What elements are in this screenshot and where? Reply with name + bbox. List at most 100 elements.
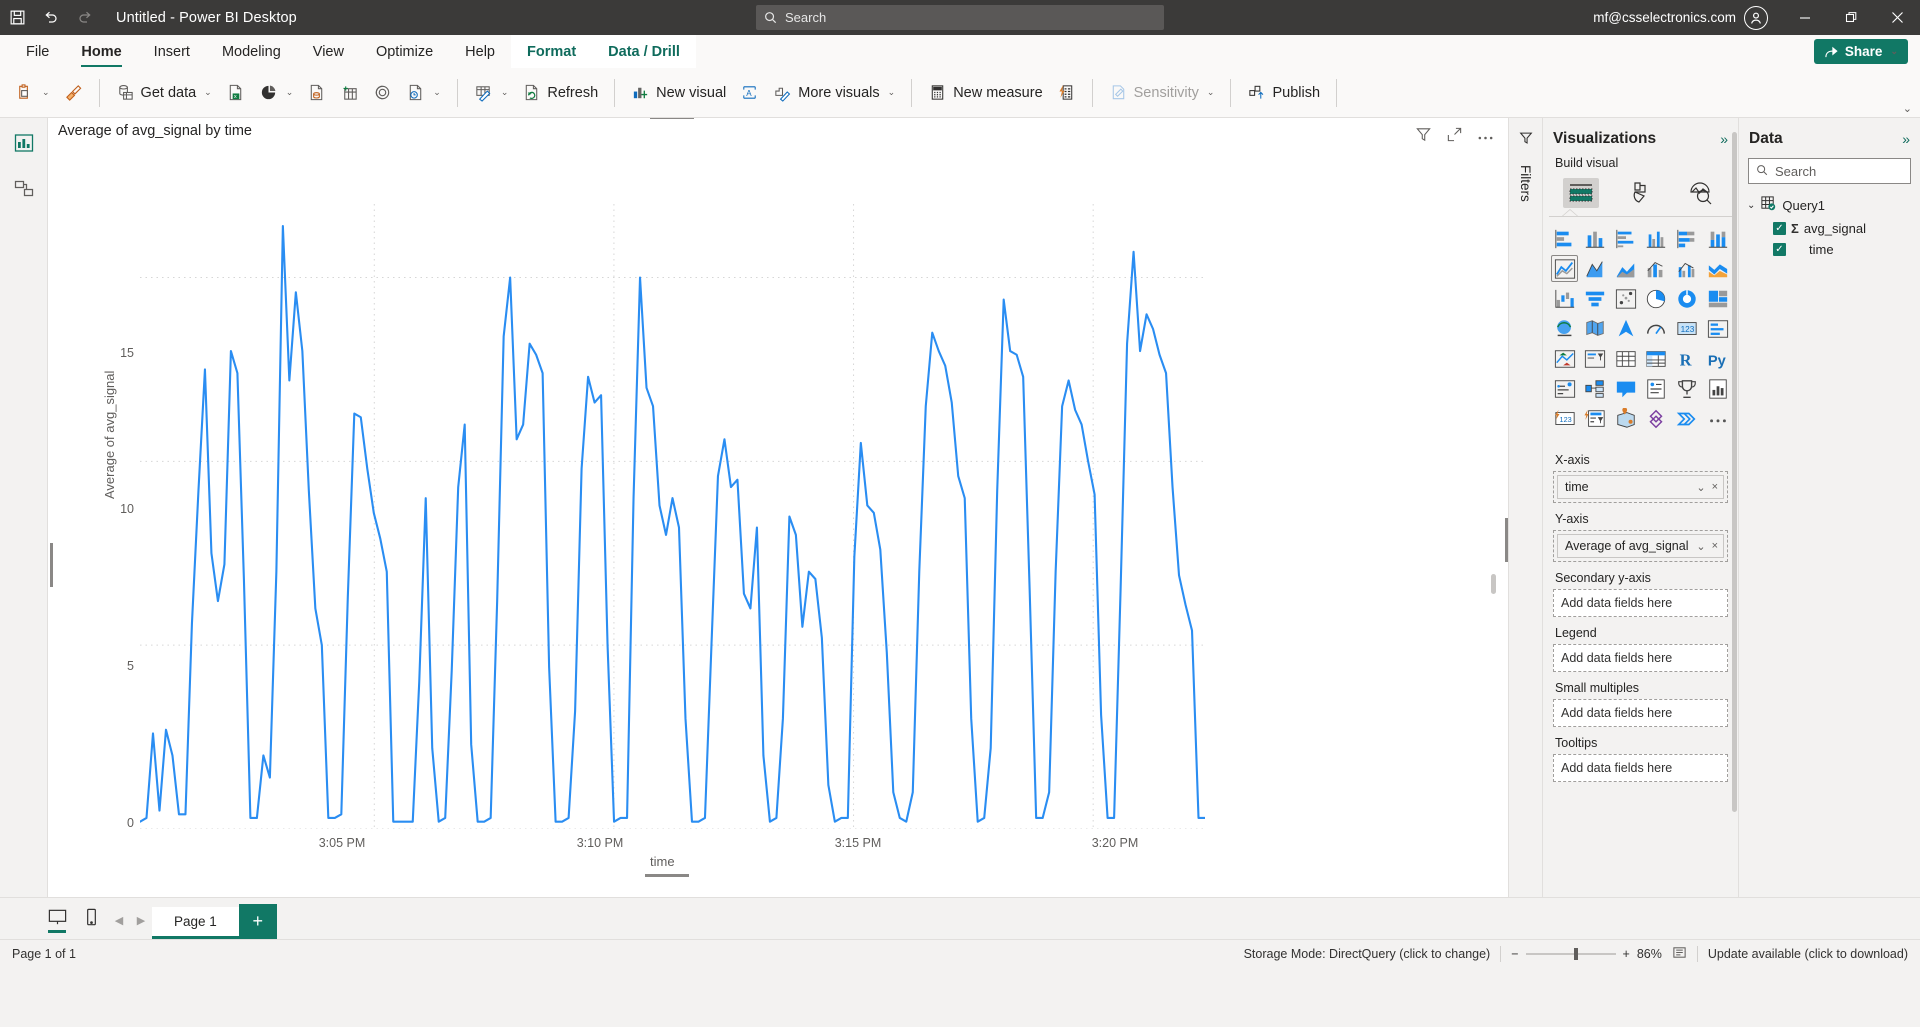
azure-synapse-icon[interactable]	[1674, 405, 1701, 432]
selection-handle-left[interactable]	[50, 543, 53, 587]
filters-icon[interactable]	[1518, 130, 1534, 151]
well-legend[interactable]: Add data fields here	[1553, 644, 1728, 672]
clustered-column-chart-icon[interactable]	[1643, 225, 1670, 252]
stacked-area-chart-icon[interactable]	[1612, 255, 1639, 282]
metrics-icon[interactable]	[1674, 375, 1701, 402]
data-field-row[interactable]: ✓ Σ avg_signal	[1739, 218, 1920, 239]
line-chart-svg[interactable]	[140, 204, 1205, 829]
field-pill[interactable]: Average of avg_signal ⌄ ×	[1557, 534, 1724, 558]
zoom-slider-track[interactable]	[1525, 947, 1616, 960]
hundred-stacked-bar-icon[interactable]	[1674, 225, 1701, 252]
excel-workbook-button[interactable]: x	[219, 75, 252, 111]
prev-page-button[interactable]: ◀	[108, 901, 130, 939]
storage-mode-label[interactable]: Storage Mode: DirectQuery (click to chan…	[1244, 947, 1491, 961]
quick-measure-button[interactable]	[1050, 75, 1083, 111]
area-chart-icon[interactable]	[1582, 255, 1609, 282]
waterfall-chart-icon[interactable]	[1551, 285, 1578, 312]
table-icon[interactable]	[1612, 345, 1639, 372]
restore-button[interactable]	[1828, 0, 1874, 35]
format-painter-button[interactable]	[57, 75, 90, 111]
line-chart-icon[interactable]	[1551, 255, 1578, 282]
slicer-icon[interactable]	[1582, 345, 1609, 372]
field-pill[interactable]: time ⌄ ×	[1557, 475, 1724, 499]
well-small-multiples[interactable]: Add data fields here	[1553, 699, 1728, 727]
build-visual-mode-icon[interactable]	[1562, 178, 1599, 208]
next-page-button[interactable]: ▶	[130, 901, 152, 939]
treemap-icon[interactable]	[1704, 285, 1731, 312]
decomposition-tree-icon[interactable]	[1582, 375, 1609, 402]
report-view-icon[interactable]	[7, 126, 41, 160]
model-view-icon[interactable]	[7, 172, 41, 206]
selection-handle-top[interactable]	[650, 118, 694, 119]
canvas-scrollbar[interactable]	[1490, 284, 1496, 744]
selection-handle-bottom[interactable]	[645, 874, 689, 877]
transform-data-button[interactable]: ⌄	[467, 75, 516, 111]
arcgis-maps-icon[interactable]	[1612, 405, 1639, 432]
analytics-mode-icon[interactable]	[1682, 178, 1718, 208]
update-available-link[interactable]: Update available (click to download)	[1708, 947, 1908, 961]
share-button[interactable]: Share ⌄	[1813, 39, 1908, 64]
desktop-layout-icon[interactable]	[40, 901, 74, 939]
account-email[interactable]: mf@csselectronics.com	[1593, 10, 1736, 25]
funnel-chart-icon[interactable]	[1582, 285, 1609, 312]
field-checkbox[interactable]: ✓	[1773, 243, 1786, 256]
tab-optimize[interactable]: Optimize	[360, 35, 449, 68]
text-box-button[interactable]: A	[733, 75, 766, 111]
map-icon[interactable]	[1551, 315, 1578, 342]
key-influencers-icon[interactable]	[1551, 375, 1578, 402]
sensitivity-button[interactable]: Sensitivity ⌄	[1102, 75, 1222, 111]
format-visual-mode-icon[interactable]	[1622, 178, 1658, 208]
tab-data-drill[interactable]: Data / Drill	[592, 35, 696, 68]
gauge-icon[interactable]	[1643, 315, 1670, 342]
onelake-data-hub-button[interactable]: ⌄	[252, 75, 301, 111]
chiclet-slicer-icon[interactable]	[1643, 405, 1670, 432]
matrix-icon[interactable]	[1643, 345, 1670, 372]
clustered-bar-chart-icon[interactable]	[1612, 225, 1639, 252]
remove-field-icon[interactable]: ×	[1709, 481, 1721, 493]
refresh-button[interactable]: Refresh	[515, 75, 605, 111]
power-automate-icon[interactable]	[1582, 405, 1609, 432]
stacked-bar-chart-icon[interactable]	[1551, 225, 1578, 252]
chevron-down-icon[interactable]: ⌄	[1747, 200, 1755, 211]
search-input[interactable]: Search	[756, 5, 1164, 30]
dataverse-button[interactable]	[366, 75, 399, 111]
publish-button[interactable]: Publish	[1240, 75, 1327, 111]
tab-format[interactable]: Format	[511, 35, 593, 68]
narrative-icon[interactable]	[1643, 375, 1670, 402]
filters-pane-collapsed[interactable]: Filters	[1508, 118, 1542, 897]
get-data-button[interactable]: Get data ⌄	[109, 75, 219, 111]
visualizations-pane-scrollbar[interactable]	[1732, 132, 1737, 812]
hundred-stacked-column-icon[interactable]	[1704, 225, 1731, 252]
zoom-in-button[interactable]: +	[1623, 947, 1630, 961]
save-icon[interactable]	[0, 0, 34, 35]
add-page-button[interactable]: +	[238, 904, 277, 939]
kpi-icon[interactable]	[1551, 345, 1578, 372]
tab-file[interactable]: File	[10, 35, 65, 68]
pie-chart-icon[interactable]	[1643, 285, 1670, 312]
selection-handle-right[interactable]	[1505, 518, 1508, 562]
well-secondary-y-axis[interactable]: Add data fields here	[1553, 589, 1728, 617]
data-field-row[interactable]: ✓ time	[1739, 239, 1920, 260]
new-visual-button[interactable]: New visual	[624, 75, 733, 111]
data-table-row[interactable]: ⌄ Query1	[1739, 192, 1920, 218]
tab-view[interactable]: View	[297, 35, 360, 68]
well-y-axis[interactable]: Average of avg_signal ⌄ ×	[1553, 530, 1728, 562]
new-measure-button[interactable]: New measure	[921, 75, 1049, 111]
tab-help[interactable]: Help	[449, 35, 511, 68]
line-chart-visual[interactable]: Average of avg_signal by time Average of…	[50, 118, 1508, 877]
close-button[interactable]	[1874, 0, 1920, 35]
undo-icon[interactable]	[34, 0, 68, 35]
mobile-layout-icon[interactable]	[74, 901, 108, 939]
r-script-visual-icon[interactable]: R	[1674, 345, 1701, 372]
paginated-report-icon[interactable]	[1704, 375, 1731, 402]
azure-map-icon[interactable]	[1612, 315, 1639, 342]
page-tab-page-1[interactable]: Page 1	[152, 907, 239, 939]
enter-data-button[interactable]	[333, 75, 366, 111]
scatter-chart-icon[interactable]	[1612, 285, 1639, 312]
remove-field-icon[interactable]: ×	[1709, 540, 1721, 552]
paste-button[interactable]: ⌄	[8, 75, 57, 111]
recent-sources-button[interactable]: ⌄	[399, 75, 448, 111]
data-search-input[interactable]: Search	[1748, 158, 1911, 184]
field-checkbox[interactable]: ✓	[1773, 222, 1786, 235]
canvas-scroll-thumb[interactable]	[1491, 574, 1496, 594]
